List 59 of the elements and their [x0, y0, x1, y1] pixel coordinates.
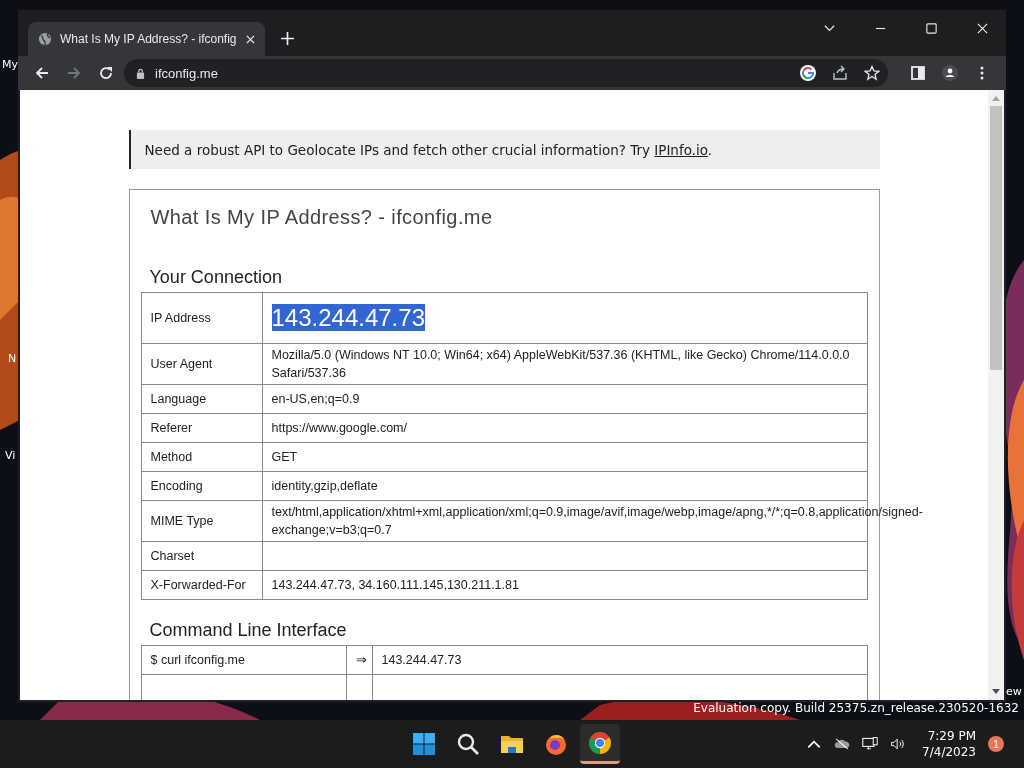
- profile-icon[interactable]: [942, 65, 958, 81]
- cloud-off-icon[interactable]: [834, 736, 851, 752]
- close-icon[interactable]: [976, 22, 989, 35]
- new-tab-icon[interactable]: [281, 32, 294, 45]
- table-cell: $ curl ifconfig.me: [141, 645, 346, 675]
- reload-icon[interactable]: [98, 65, 114, 81]
- windows-logo-icon: [412, 732, 436, 756]
- table-cell-value: 143.244.47.73, 34.160.111.145,130.211.1.81: [271, 578, 519, 592]
- share-icon[interactable]: [832, 65, 848, 81]
- scroll-down-icon[interactable]: [992, 689, 1000, 695]
- scrollbar[interactable]: [988, 90, 1004, 700]
- firefox-icon: [544, 732, 568, 756]
- table-cell: 143.244.47.73: [372, 645, 867, 675]
- clock-date: 7/4/2023: [922, 744, 976, 760]
- star-icon[interactable]: [864, 65, 880, 81]
- table-cell: Method: [141, 442, 262, 472]
- table-cell: Referer: [141, 413, 262, 443]
- table-cell-value: Mozilla/5.0 (Windows NT 10.0; Win64; x64) AppleWebKit/537.36 (KHTML, like Gecko) Chrome/114.0.0.0 Safari/537.36: [271, 348, 850, 380]
- google-icon[interactable]: [800, 65, 816, 81]
- clock[interactable]: 7:29 PM 7/4/2023: [922, 728, 976, 760]
- section-heading: Command Line Interface: [149, 620, 348, 641]
- table-cell: Language: [141, 384, 262, 414]
- taskbar-button[interactable]: [580, 724, 620, 764]
- desktop-icon-label[interactable]: N: [8, 352, 17, 365]
- notice-banner: Need a robust API to Geolocate IPs and fetch other crucial information? Try IPInfo.io.: [128, 130, 880, 169]
- page-title: What Is My IP Address? - ifconfig.me: [150, 206, 494, 229]
- table-cell: ⇒: [346, 645, 372, 675]
- desktop-icon-label[interactable]: My: [2, 58, 18, 71]
- back-arrow-icon[interactable]: [34, 65, 50, 81]
- desktop-icon-label[interactable]: Vi: [5, 449, 16, 462]
- table-cell: User Agent: [141, 343, 262, 385]
- close-icon[interactable]: [246, 34, 255, 44]
- section-heading: Your Connection: [149, 267, 283, 288]
- table-cell: Charset: [141, 541, 262, 571]
- chrome-icon: [588, 730, 612, 755]
- side-panel-icon[interactable]: [910, 65, 926, 81]
- desktop-icon-label[interactable]: ew: [1006, 685, 1022, 698]
- clock-time: 7:29 PM: [927, 728, 976, 744]
- selected-text: 143.244.47.73: [271, 304, 425, 331]
- table-cell: IP Address: [141, 292, 262, 344]
- maximize-icon[interactable]: [925, 22, 938, 35]
- network-icon[interactable]: [862, 736, 879, 752]
- table-cell: Encoding: [141, 471, 262, 501]
- table-cell-value: en-US,en;q=0.9: [271, 392, 360, 406]
- ipinfo-link[interactable]: IPInfo.io: [654, 142, 708, 158]
- volume-icon[interactable]: [890, 736, 907, 752]
- table-cell-value: GET: [271, 450, 298, 464]
- table-cell: X-Forwarded-For: [141, 570, 262, 600]
- table-cell-value: identity,gzip,deflate: [271, 479, 378, 493]
- table-cell-value: https://www.google.com/: [271, 421, 407, 435]
- globe-icon: [38, 32, 52, 46]
- table-cell-value: text/html,application/xhtml+xml,application/xml;q=0.9,image/avif,image/webp,image/apng,*/*;q=0.8,application/signed-exchange;v=b3;q=0.7: [271, 505, 923, 537]
- watermark-text: Evaluation copy. Build 25375.zn_release.230520-1632: [693, 701, 1019, 715]
- search-icon: [456, 732, 480, 756]
- browser-tab[interactable]: What Is My IP Address? - ifconfig: [28, 22, 265, 56]
- scrollbar-thumb[interactable]: [990, 106, 1002, 370]
- lock-icon: [136, 67, 145, 79]
- table-cell: MIME Type: [141, 500, 262, 542]
- address-bar[interactable]: ifconfig.me: [124, 59, 888, 87]
